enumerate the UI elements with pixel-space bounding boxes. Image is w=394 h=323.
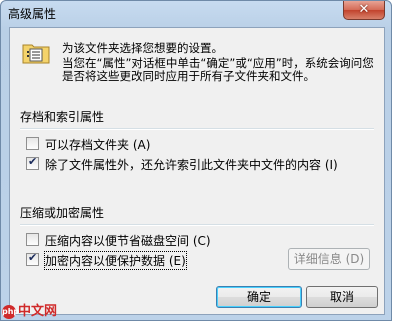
cancel-button[interactable]: 取消 xyxy=(306,286,378,308)
dialog-body: 为该文件夹选择您想要的设置。 当您在“属性”对话框中单击“确定”或“应用”时，系… xyxy=(9,27,385,315)
checkbox-icon[interactable] xyxy=(26,137,39,150)
encrypt-contents-label: 加密内容以便保护数据 (E) xyxy=(44,251,187,270)
archive-group-title: 存档和索引属性 xyxy=(20,110,105,124)
close-button[interactable]: ✕ xyxy=(343,1,385,20)
compress-contents-label: 压缩内容以便节省磁盘空间 (C) xyxy=(45,234,211,248)
description-line-1: 为该文件夹选择您想要的设置。 xyxy=(62,41,223,55)
compress-encrypt-group: 压缩或加密属性 压缩内容以便节省磁盘空间 (C) 加密内容以便保护数据 (E) … xyxy=(20,204,374,294)
advanced-attributes-dialog: 高级属性 ✕ 为该文件夹选择您想要的设置。 当您在“属性”对话框中单击“确定”或… xyxy=(0,0,392,321)
watermark-text: 中文网 xyxy=(18,304,58,319)
close-icon: ✕ xyxy=(358,2,370,17)
ok-button[interactable]: 确定 xyxy=(216,286,302,308)
group-divider xyxy=(20,224,374,226)
archive-index-group: 存档和索引属性 可以存档文件夹 (A) 除了文件属性外，还允许索引此文件夹中文件… xyxy=(20,108,374,198)
compress-group-title: 压缩或加密属性 xyxy=(20,206,105,220)
group-divider xyxy=(20,128,374,130)
checkbox-icon[interactable] xyxy=(26,233,39,246)
archive-folder-label: 可以存档文件夹 (A) xyxy=(45,138,151,152)
description-line-2: 当您在“属性”对话框中单击“确定”或“应用”时，系统会询问您是否将这些更改同时应… xyxy=(62,56,374,83)
details-button[interactable]: 详细信息 (D) xyxy=(288,248,370,270)
checkbox-icon[interactable] xyxy=(26,251,39,266)
php-logo-icon: php xyxy=(2,304,19,319)
title-bar[interactable]: 高级属性 ✕ xyxy=(1,1,391,27)
php-watermark: php中文网 xyxy=(2,300,57,319)
dialog-title: 高级属性 xyxy=(8,7,57,21)
allow-index-label: 除了文件属性外，还允许索引此文件夹中文件的内容 (I) xyxy=(45,158,338,172)
folder-properties-icon xyxy=(22,44,50,64)
checkbox-icon[interactable] xyxy=(26,155,39,170)
